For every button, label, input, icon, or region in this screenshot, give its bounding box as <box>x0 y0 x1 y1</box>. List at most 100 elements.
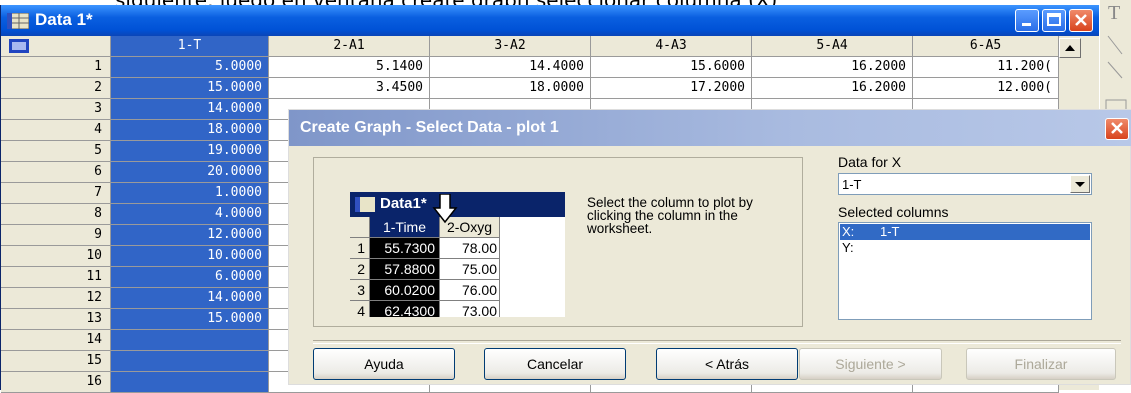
table-row: 1 5.0000 5.1400 14.4000 15.6000 16.2000 11.200… <box>1 57 1059 78</box>
data-for-x-label: Data for X <box>838 154 902 170</box>
table-cell[interactable]: 15.0000 <box>111 78 269 99</box>
table-cell[interactable]: 10.0000 <box>111 246 269 267</box>
row-number[interactable]: 12 <box>1 288 111 309</box>
mini-row-number: 2 <box>350 259 370 280</box>
mini-cell: 60.0200 <box>370 280 440 301</box>
table-cell[interactable]: 14.0000 <box>111 99 269 120</box>
table-cell[interactable]: 17.2000 <box>591 78 752 99</box>
table-cell[interactable] <box>111 330 269 351</box>
table-cell[interactable]: 1.0000 <box>111 183 269 204</box>
help-button[interactable]: Ayuda <box>313 348 455 380</box>
table-cell[interactable]: 19.0000 <box>111 141 269 162</box>
table-cell[interactable]: 11.200( <box>913 57 1059 78</box>
row-number[interactable]: 14 <box>1 330 111 351</box>
dropdown-button[interactable] <box>1070 175 1090 193</box>
create-graph-dialog: Create Graph - Select Data - plot 1 Data… <box>288 109 1131 385</box>
column-header[interactable]: 4-A3 <box>591 36 752 57</box>
column-header[interactable]: 1-T <box>111 36 269 57</box>
close-icon <box>1111 122 1123 134</box>
close-icon <box>1075 14 1087 26</box>
table-cell[interactable]: 16.2000 <box>752 78 913 99</box>
finish-button[interactable]: Finalizar <box>966 348 1116 380</box>
dialog-titlebar[interactable]: Create Graph - Select Data - plot 1 <box>289 110 1131 146</box>
row-number[interactable]: 13 <box>1 309 111 330</box>
table-cell[interactable]: 15.6000 <box>591 57 752 78</box>
row-number[interactable]: 5 <box>1 141 111 162</box>
row-number[interactable]: 2 <box>1 78 111 99</box>
text-tool-icon[interactable]: T <box>1108 2 1120 25</box>
row-number[interactable]: 6 <box>1 162 111 183</box>
mini-cell: 57.8800 <box>370 259 440 280</box>
table-cell[interactable]: 16.2000 <box>752 57 913 78</box>
select-all-icon <box>9 39 29 53</box>
maximize-button[interactable] <box>1042 9 1066 32</box>
mini-row-number: 3 <box>350 280 370 301</box>
worksheet-icon <box>355 197 375 212</box>
selected-columns-list[interactable]: X: 1-T Y: <box>838 222 1092 320</box>
table-cell[interactable]: 15.0000 <box>111 309 269 330</box>
minimize-icon <box>1022 23 1031 26</box>
table-cell[interactable]: 14.0000 <box>111 288 269 309</box>
next-button[interactable]: Siguiente > <box>799 348 942 380</box>
table-cell[interactable] <box>111 372 269 393</box>
mini-corner <box>350 217 370 238</box>
row-number[interactable]: 11 <box>1 267 111 288</box>
row-number[interactable]: 16 <box>1 372 111 393</box>
pointer-arrow-icon <box>432 194 458 224</box>
minimize-button[interactable] <box>1015 9 1039 32</box>
table-cell[interactable]: 6.0000 <box>111 267 269 288</box>
worksheet-titlebar[interactable]: Data 1* <box>1 5 1099 36</box>
chevron-down-icon <box>1075 182 1085 187</box>
list-item[interactable]: X: 1-T <box>840 224 1090 240</box>
row-number[interactable]: 1 <box>1 57 111 78</box>
worksheet-title: Data 1* <box>35 10 93 29</box>
table-cell[interactable]: 12.000( <box>913 78 1059 99</box>
table-cell[interactable] <box>111 351 269 372</box>
row-number[interactable]: 15 <box>1 351 111 372</box>
close-button[interactable] <box>1069 9 1093 32</box>
mini-cell: 76.00 <box>440 280 500 301</box>
cancel-button[interactable]: Cancelar <box>484 348 626 380</box>
column-header-row: 1-T 2-A1 3-A2 4-A3 5-A4 6-A5 <box>1 36 1059 57</box>
mini-row-number: 1 <box>350 238 370 259</box>
row-number[interactable]: 10 <box>1 246 111 267</box>
row-number[interactable]: 4 <box>1 120 111 141</box>
column-header[interactable]: 3-A2 <box>430 36 591 57</box>
table-cell[interactable]: 3.4500 <box>269 78 430 99</box>
back-button[interactable]: < Atrás <box>656 348 798 380</box>
arrow-up-icon <box>1065 45 1075 51</box>
table-cell[interactable]: 18.0000 <box>111 120 269 141</box>
row-number[interactable]: 9 <box>1 225 111 246</box>
column-header[interactable]: 5-A4 <box>752 36 913 57</box>
list-item[interactable]: Y: <box>840 240 1090 256</box>
column-header[interactable]: 6-A5 <box>913 36 1059 57</box>
table-cell[interactable]: 20.0000 <box>111 162 269 183</box>
column-header[interactable]: 2-A1 <box>269 36 430 57</box>
table-cell[interactable]: 18.0000 <box>430 78 591 99</box>
table-cell[interactable]: 14.4000 <box>430 57 591 78</box>
mini-table-row: 2 57.8800 75.00 <box>350 259 565 280</box>
row-number[interactable]: 7 <box>1 183 111 204</box>
grid-corner[interactable] <box>1 36 111 57</box>
scroll-up-button[interactable] <box>1059 38 1081 58</box>
data-for-x-select[interactable]: 1-T <box>838 173 1092 195</box>
mini-cell: 73.00 <box>440 301 500 317</box>
data-for-x-value: 1-T <box>842 177 862 192</box>
mini-table-row: 3 60.0200 76.00 <box>350 280 565 301</box>
table-cell[interactable]: 12.0000 <box>111 225 269 246</box>
table-cell[interactable]: 5.0000 <box>111 57 269 78</box>
table-row: 2 15.0000 3.4500 18.0000 17.2000 16.2000 12.00… <box>1 78 1059 99</box>
row-number[interactable]: 3 <box>1 99 111 120</box>
mini-column-header: 1-Time <box>370 217 440 238</box>
row-number[interactable]: 8 <box>1 204 111 225</box>
table-cell[interactable]: 4.0000 <box>111 204 269 225</box>
dialog-title: Create Graph - Select Data - plot 1 <box>300 119 559 136</box>
mini-table-row: 4 62.4300 73.00 <box>350 301 565 317</box>
dialog-close-button[interactable] <box>1105 118 1129 140</box>
button-separator <box>313 340 1121 344</box>
table-cell[interactable]: 5.1400 <box>269 57 430 78</box>
mini-row-number: 4 <box>350 301 370 317</box>
selected-columns-label: Selected columns <box>838 204 949 220</box>
mini-cell: 62.4300 <box>370 301 440 317</box>
mini-cell: 55.7300 <box>370 238 440 259</box>
